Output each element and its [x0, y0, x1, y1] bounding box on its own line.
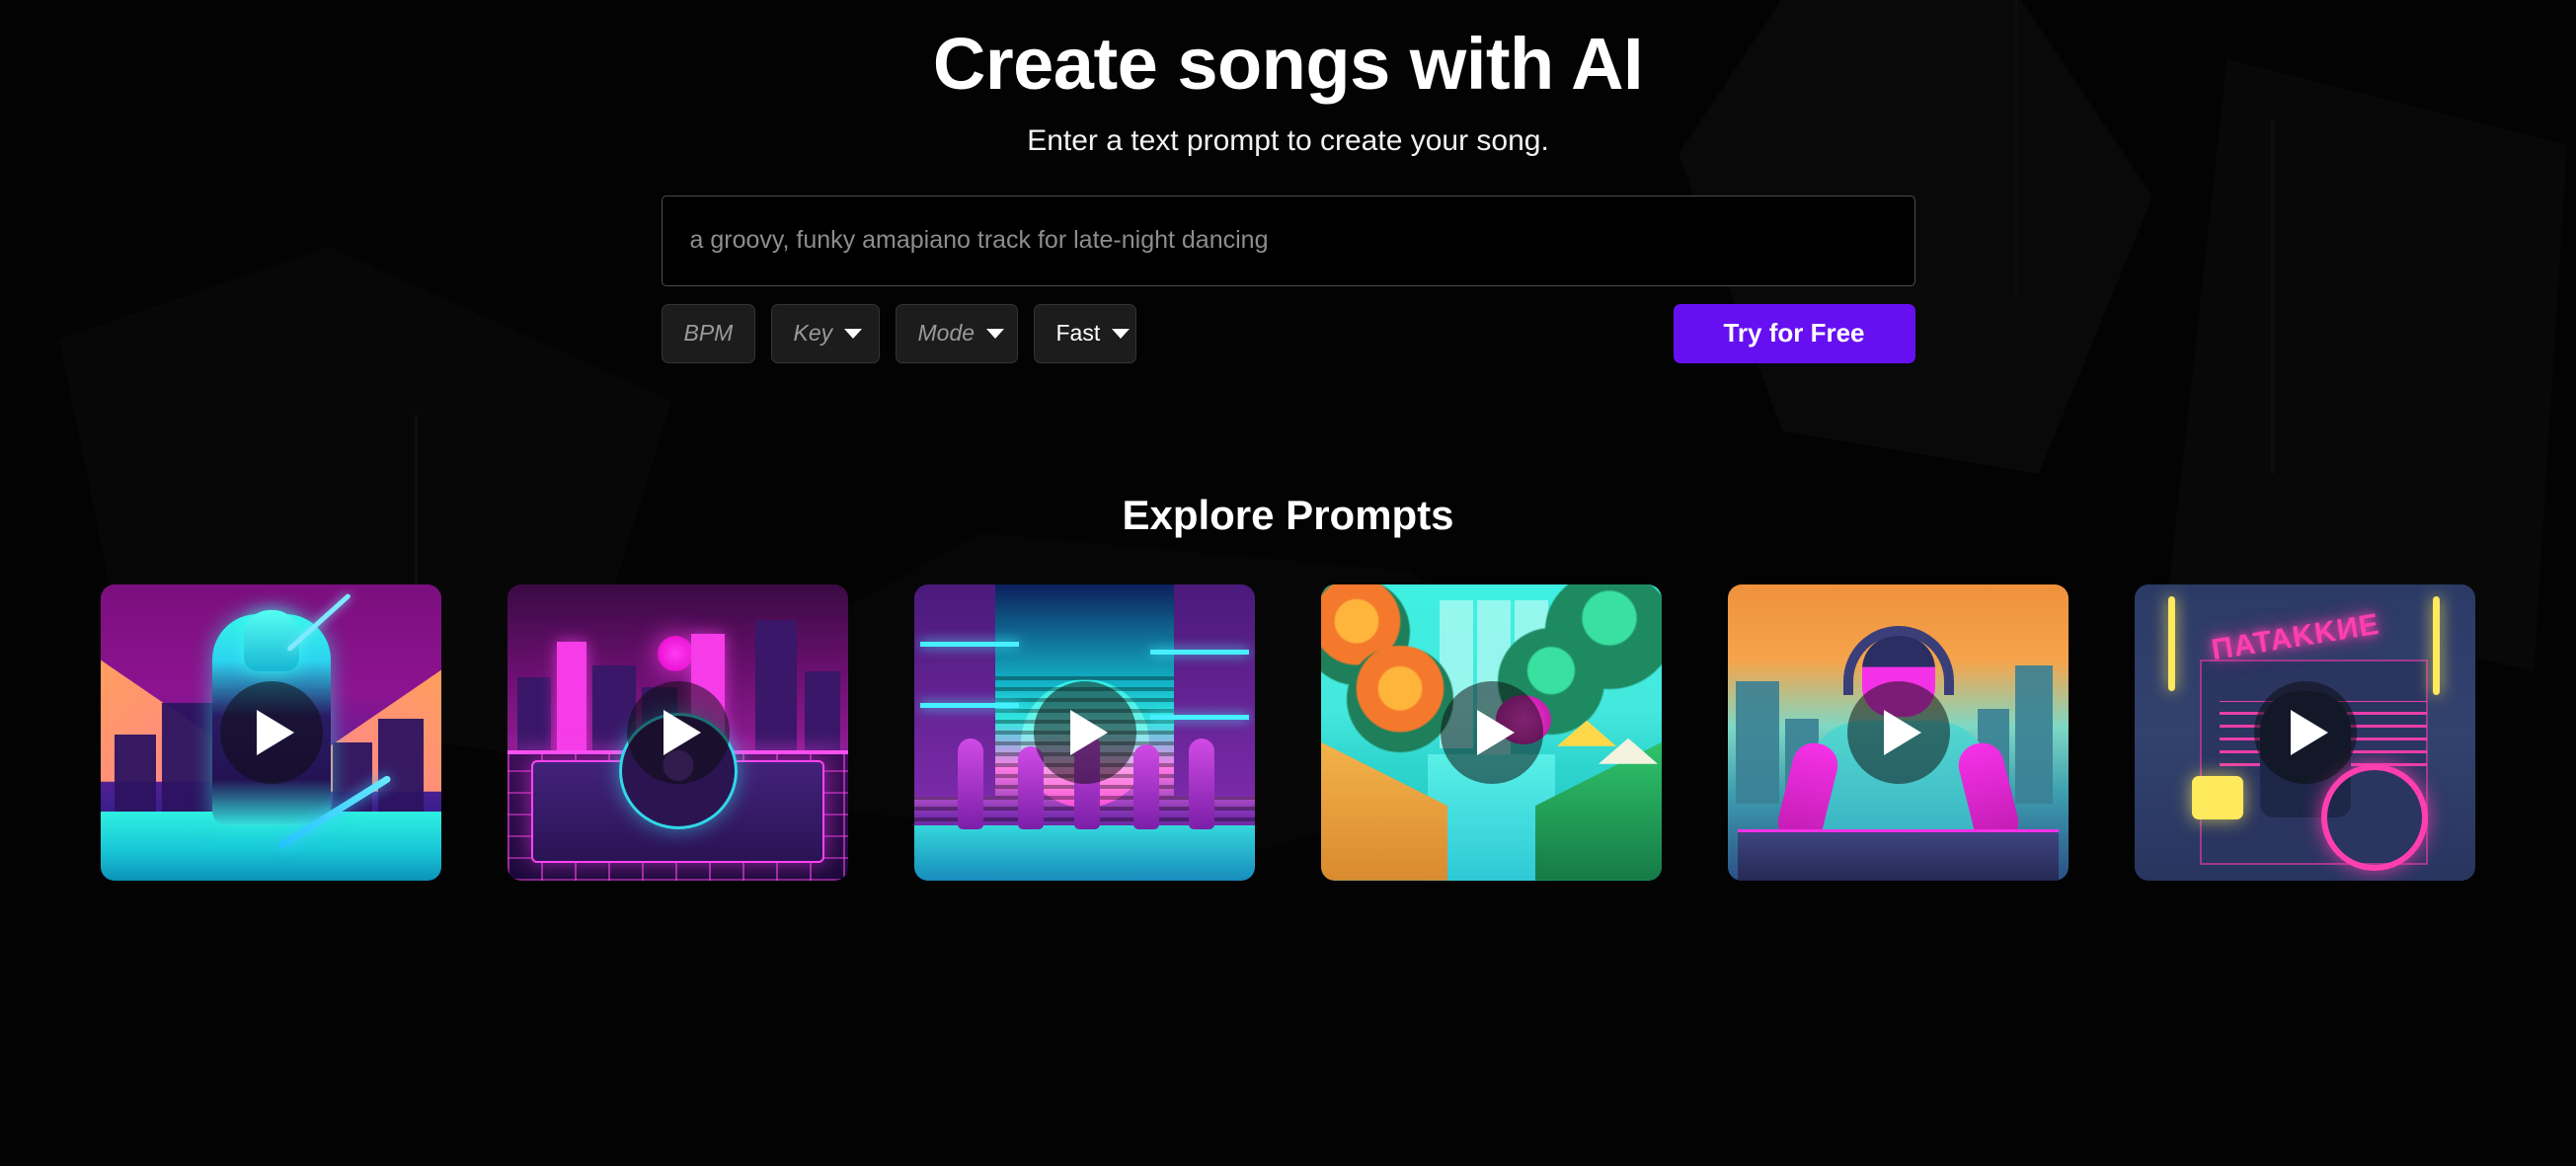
mode-select-label: Mode: [917, 320, 976, 347]
explore-prompts-title: Explore Prompts: [1122, 491, 1454, 538]
play-icon: [1884, 709, 1921, 755]
art-detail: [2192, 775, 2243, 819]
bpm-input[interactable]: BPM: [661, 303, 755, 363]
art-figure: [1133, 743, 1159, 829]
play-icon: [257, 709, 294, 755]
art-building: [557, 641, 586, 750]
art-wheel: [2321, 763, 2428, 871]
chevron-down-icon: [844, 328, 863, 339]
play-button[interactable]: [626, 680, 730, 784]
play-button[interactable]: [2253, 680, 2357, 784]
chevron-down-icon: [986, 328, 1005, 339]
prompt-card-tropical-canal[interactable]: [1321, 583, 1662, 881]
prompt-card-neon-storefront[interactable]: ΠATAKKИЕ: [2135, 583, 2475, 881]
art-figure-head: [243, 609, 299, 671]
art-detail: [920, 702, 1019, 708]
art-building: [805, 670, 840, 750]
art-building: [1150, 583, 1255, 797]
play-button[interactable]: [219, 680, 323, 784]
play-icon: [1070, 709, 1108, 755]
play-icon: [1477, 709, 1515, 755]
art-building: [755, 619, 797, 750]
key-select-label: Key: [793, 320, 833, 347]
mode-select[interactable]: Mode: [895, 303, 1018, 363]
art-figure: [1189, 738, 1214, 829]
art-detail: [1150, 649, 1249, 655]
art-detail: [1150, 714, 1249, 720]
play-icon: [664, 709, 701, 755]
art-building: [1736, 680, 1779, 804]
prompt-card-neon-street-dancers[interactable]: [914, 583, 1255, 881]
art-building: [2015, 664, 2053, 804]
page-title: Create songs with AI: [932, 23, 1644, 105]
play-button[interactable]: [1033, 680, 1136, 784]
composer-controls: BPM Key Mode Fast Try for Free: [661, 303, 1915, 363]
speed-select[interactable]: Fast: [1033, 303, 1136, 363]
try-for-free-button[interactable]: Try for Free: [1673, 303, 1915, 363]
art-figure: [958, 738, 983, 829]
play-button[interactable]: [1440, 680, 1543, 784]
art-detail: [920, 641, 1019, 647]
art-ground: [914, 824, 1255, 881]
play-icon: [2291, 709, 2328, 755]
bpm-placeholder-label: BPM: [683, 320, 734, 347]
speed-select-label: Fast: [1055, 320, 1101, 347]
key-select[interactable]: Key: [770, 303, 880, 363]
art-building: [162, 702, 219, 829]
prompt-card-neon-samurai[interactable]: [101, 583, 441, 881]
chevron-down-icon: [1112, 328, 1131, 339]
art-foliage: [1347, 645, 1453, 752]
art-neon-tube: [2168, 595, 2175, 691]
art-neon-tube: [2433, 595, 2440, 695]
play-button[interactable]: [1846, 680, 1950, 784]
prompt-input[interactable]: [661, 194, 1915, 286]
explore-prompts-section: Explore Prompts ΠATAKKИЕ: [0, 492, 2576, 881]
art-sun: [658, 635, 693, 671]
prompt-card-synthwave-turntable[interactable]: [507, 583, 848, 881]
page-root: Create songs with AI Enter a text prompt…: [0, 0, 2576, 1166]
prompt-card-list: ΠATAKKИЕ: [0, 583, 2576, 881]
art-building: [517, 676, 551, 750]
hero-subtitle: Enter a text prompt to create your song.: [1027, 123, 1549, 157]
song-composer: BPM Key Mode Fast Try for Free: [661, 194, 1915, 363]
prompt-card-dj-at-mixer[interactable]: [1728, 583, 2069, 881]
art-mixer: [1738, 828, 2059, 881]
hero-section: Create songs with AI Enter a text prompt…: [0, 0, 2576, 363]
